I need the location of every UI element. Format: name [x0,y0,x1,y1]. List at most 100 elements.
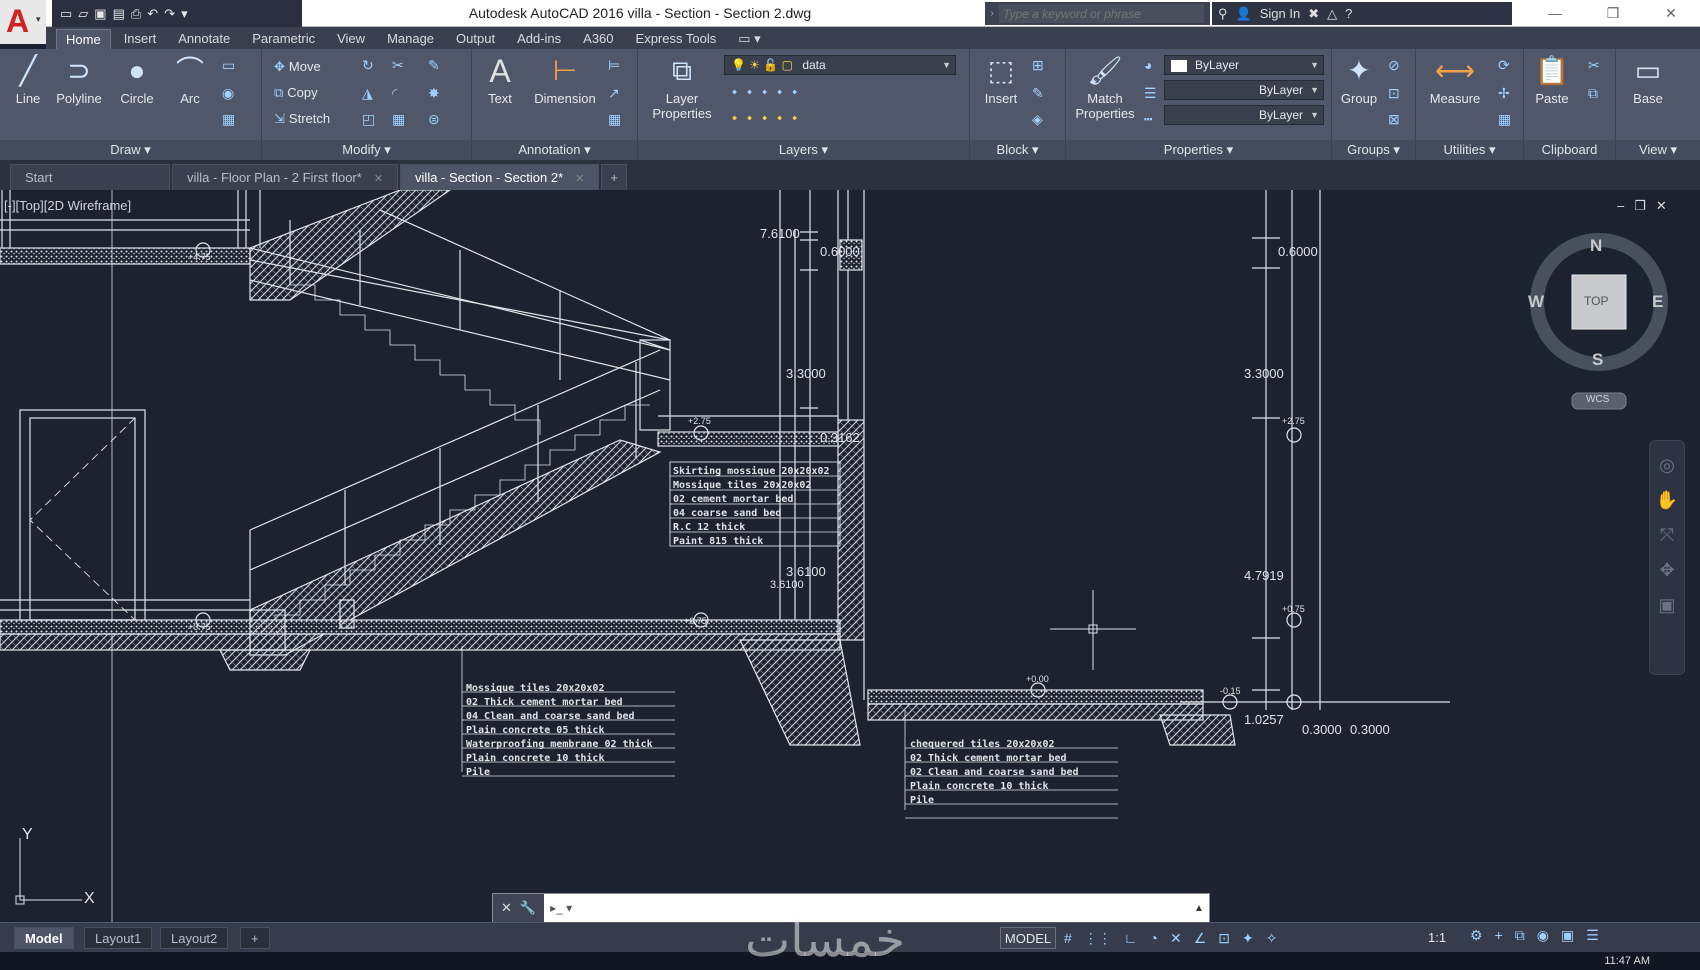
scale-icon[interactable]: ◰ [362,111,375,128]
mirror-icon[interactable]: ◮ [362,85,373,102]
tab-express-tools[interactable]: Express Tools [627,29,726,49]
tab-manage[interactable]: Manage [378,29,443,49]
group-button[interactable]: ✦ Group [1336,53,1382,106]
application-menu-button[interactable]: A ▾ [0,0,46,44]
match-properties-button[interactable]: 🖌 Match Properties [1072,53,1138,121]
command-prompt-icon[interactable]: ▸_ ▾ [544,901,578,915]
search-input[interactable] [999,4,1204,23]
doc-tab-section[interactable]: villa - Section - Section 2* ✕ [400,164,600,190]
region-icon[interactable]: ▦ [222,111,235,128]
block-attributes-icon[interactable]: ◈ [1032,111,1043,128]
ribbon-minimize-icon[interactable]: ▭ ▾ [729,29,769,49]
auto-scale-icon[interactable]: ✧ [1266,930,1278,947]
draw-panel-title[interactable]: Draw ▾ [0,140,261,160]
layer-dropdown[interactable]: 💡 ☀ 🔓 ▢ data ▼ [724,55,956,75]
copy-clip-icon[interactable]: ⧉ [1588,85,1598,102]
new-file-icon[interactable]: ▭ [60,6,72,22]
user-icon[interactable]: 👤 [1236,6,1252,22]
search-chevron-icon[interactable]: › [985,8,999,19]
tab-view[interactable]: View [328,29,374,49]
zoom-extents-icon[interactable]: ⤧ [1650,525,1684,546]
doc-tab-floor-plan[interactable]: villa - Floor Plan - 2 First floor* ✕ [172,164,399,190]
a360-icon[interactable]: △ [1327,6,1337,22]
linetype-dropdown[interactable]: ByLayer ▼ [1164,80,1324,100]
groups-panel-title[interactable]: Groups ▾ [1332,140,1415,160]
move-button[interactable]: ✥ Move [274,59,321,75]
viewport-restore-icon[interactable]: ❐ [1634,198,1656,213]
group-select-icon[interactable]: ⊠ [1388,111,1400,128]
compass-west[interactable]: W [1528,292,1544,312]
osnap-icon[interactable]: ✕ [1170,930,1182,947]
measure-button[interactable]: ⟷ Measure [1422,53,1488,106]
dimension-button[interactable]: ⊢ Dimension [530,53,600,106]
drawing-canvas[interactable]: [-][Top][2D Wireframe] –❐✕ 7.6100 0.6000… [0,190,1700,922]
exchange-icon[interactable]: ✖ [1308,6,1319,22]
command-customize-icon[interactable]: 🔧 [520,900,536,916]
viewport-minimize-icon[interactable]: – [1617,198,1634,213]
quick-select-icon[interactable]: ⟳ [1498,57,1510,74]
command-close-icon[interactable]: ✕ [501,900,512,916]
model-space-toggle[interactable]: MODEL [1000,927,1056,949]
save-icon[interactable]: ▣ [94,6,106,22]
showmotion-icon[interactable]: ▣ [1650,595,1684,616]
annotation-scale[interactable]: 1:1 [1428,927,1446,949]
print-icon[interactable]: ⎙ [131,6,141,22]
lineweight-dropdown[interactable]: ByLayer ▼ [1164,105,1324,125]
tab-parametric[interactable]: Parametric [243,29,324,49]
tab-annotate[interactable]: Annotate [169,29,239,49]
tab-insert[interactable]: Insert [115,29,166,49]
doc-tab-start[interactable]: Start [10,164,170,190]
undo-icon[interactable]: ↶ [147,6,158,22]
tab-home[interactable]: Home [56,29,111,49]
hardware-acceleration-icon[interactable]: ◉ [1537,927,1549,944]
open-file-icon[interactable]: ▱ [78,6,88,22]
table-icon[interactable]: ▦ [608,111,621,128]
tab-output[interactable]: Output [447,29,504,49]
linear-dimension-icon[interactable]: ⊨ [608,57,620,74]
offset-icon[interactable]: ⊜ [428,111,440,128]
otrack-icon[interactable]: ∠ [1194,930,1207,947]
add-icon[interactable]: + [1495,927,1503,944]
clean-screen-icon[interactable]: ▣ [1561,927,1574,944]
close-tab-icon[interactable]: ✕ [575,173,584,185]
viewcube[interactable] [1530,233,1668,410]
new-tab-button[interactable]: + [601,164,627,190]
compass-east[interactable]: E [1652,292,1663,312]
binoculars-icon[interactable]: ⚲ [1218,6,1228,22]
ucs-icon[interactable]: ⊡ [1218,930,1230,947]
snap-icon[interactable]: ⋮⋮ [1084,930,1112,947]
create-block-icon[interactable]: ⊞ [1032,57,1044,74]
modify-panel-title[interactable]: Modify ▾ [262,140,471,160]
grid-icon[interactable]: # [1064,930,1072,946]
calculator-icon[interactable]: ▦ [1498,111,1511,128]
isolate-icon[interactable]: ⧉ [1515,927,1525,944]
rectangle-icon[interactable]: ▭ [222,57,235,74]
wcs-menu[interactable]: WCS [1586,394,1609,405]
annotation-panel-title[interactable]: Annotation ▾ [472,140,637,160]
base-button[interactable]: ▭ Base [1626,53,1670,106]
text-button[interactable]: A Text [480,53,520,106]
id-point-icon[interactable]: ✢ [1498,85,1510,102]
compass-north[interactable]: N [1590,236,1602,256]
properties-panel-title[interactable]: Properties ▾ [1066,140,1331,160]
color-dropdown[interactable]: ByLayer ▼ [1164,55,1324,75]
minimize-button[interactable]: — [1526,0,1584,27]
layer-tools-row-2-icons[interactable]: ⬩⬩⬩⬩⬩ [732,109,807,126]
insert-button[interactable]: ⬚ Insert [976,53,1026,106]
fillet-icon[interactable]: ◜ [392,85,397,102]
layout-tab-model[interactable]: Model [14,927,74,949]
paste-button[interactable]: 📋 Paste [1530,53,1574,106]
close-button[interactable]: ✕ [1642,0,1700,27]
save-as-icon[interactable]: ▤ [113,6,125,22]
rotate-icon[interactable]: ↻ [362,57,374,74]
explode-icon[interactable]: ✸ [428,85,440,102]
stretch-button[interactable]: ⇲ Stretch [274,111,330,127]
cut-icon[interactable]: ✂ [1588,57,1600,74]
circle-button[interactable]: ● Circle [114,53,160,106]
compass-south[interactable]: S [1592,350,1603,370]
view-panel-title[interactable]: View ▾ [1616,140,1700,160]
layers-panel-title[interactable]: Layers ▾ [638,140,969,160]
steering-wheel-icon[interactable]: ◎ [1650,455,1684,476]
workspace-gear-icon[interactable]: ⚙ [1470,927,1483,944]
group-edit-icon[interactable]: ⊡ [1388,85,1400,102]
